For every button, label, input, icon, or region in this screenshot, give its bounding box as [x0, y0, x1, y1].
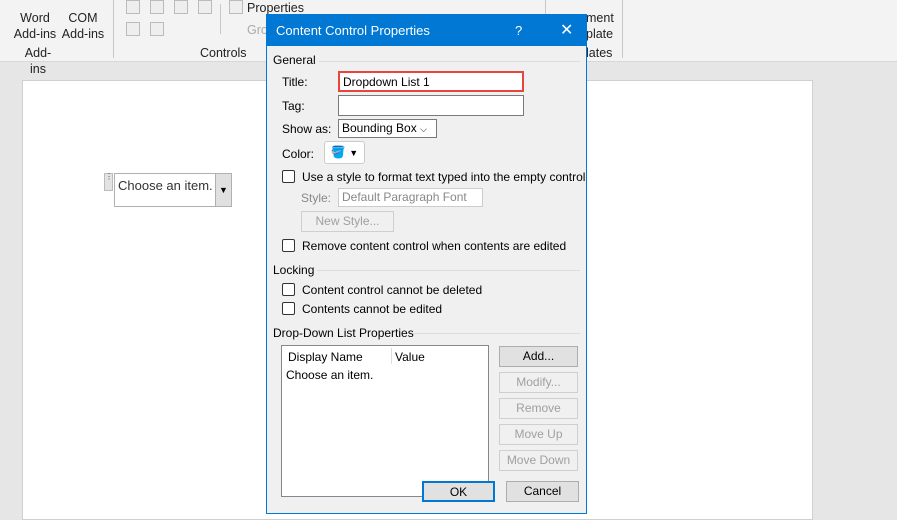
group-templates-label: lates — [586, 46, 613, 60]
dialog-title: Content Control Properties — [276, 23, 430, 38]
content-control-handle[interactable]: ⋮ — [104, 173, 113, 191]
modify-button[interactable]: Modify... — [499, 372, 578, 393]
show-as-label: Show as: — [282, 122, 332, 136]
com-addins-button[interactable]: COM Add-ins — [60, 10, 106, 42]
cancel-button[interactable]: Cancel — [506, 481, 579, 502]
cannot-delete-checkbox[interactable] — [282, 283, 295, 296]
general-section-label: General — [273, 53, 316, 67]
dropdown-items-list[interactable]: Display Name Value Choose an item. — [281, 345, 489, 497]
word-addins-button[interactable]: Word Add-ins — [12, 10, 58, 42]
locking-section-label: Locking — [273, 263, 315, 277]
title-input[interactable]: Dropdown List 1 — [338, 71, 524, 92]
help-icon[interactable]: ? — [515, 15, 522, 46]
legacy-tools-icon[interactable] — [150, 22, 164, 36]
add-button[interactable]: Add... — [499, 346, 578, 367]
close-icon[interactable]: ✕ — [560, 15, 573, 46]
content-control-placeholder: Choose an item. — [118, 178, 213, 193]
remove-when-edited-label: Remove content control when contents are… — [302, 239, 567, 253]
chevron-down-icon: ⌵ — [420, 124, 427, 134]
color-label: Color: — [282, 147, 315, 161]
style-label: Style: — [301, 191, 332, 205]
new-style-button[interactable]: New Style... — [301, 211, 394, 232]
cannot-edit-checkbox[interactable] — [282, 302, 295, 315]
tag-input[interactable] — [338, 95, 524, 116]
title-label: Title: — [282, 75, 308, 89]
group-button[interactable]: Gro — [247, 22, 268, 38]
style-value: Default Paragraph Font — [342, 190, 467, 204]
cannot-edit-label: Contents cannot be edited — [302, 302, 443, 316]
dropdown-properties-label: Drop-Down List Properties — [273, 326, 414, 340]
ok-button[interactable]: OK — [422, 481, 495, 502]
dialog-title-bar[interactable]: Content Control Properties ? ✕ — [267, 15, 586, 46]
combo-control-icon[interactable] — [150, 0, 164, 14]
show-as-select[interactable]: Bounding Box ⌵ — [338, 119, 437, 138]
show-as-value: Bounding Box — [342, 121, 417, 135]
dropdown-control-icon[interactable] — [174, 0, 188, 14]
group-controls-label: Controls — [200, 46, 247, 60]
tag-label: Tag: — [282, 99, 305, 113]
move-down-button[interactable]: Move Down — [499, 450, 578, 471]
style-select[interactable]: Default Paragraph Font — [338, 188, 483, 207]
move-up-button[interactable]: Move Up — [499, 424, 578, 445]
dropdown-content-control[interactable]: Choose an item. ▼ — [114, 173, 232, 207]
paint-bucket-icon: 🪣 — [330, 145, 346, 159]
cannot-delete-label: Content control cannot be deleted — [302, 283, 483, 297]
use-style-label: Use a style to format text typed into th… — [302, 170, 586, 184]
color-picker-button[interactable]: 🪣 ▼ — [324, 141, 365, 164]
date-control-icon[interactable] — [198, 0, 212, 14]
building-block-icon[interactable] — [126, 22, 140, 36]
column-header-display-name[interactable]: Display Name — [288, 350, 363, 364]
column-header-value[interactable]: Value — [395, 350, 425, 364]
document-template-button[interactable]: ment plate — [586, 10, 614, 42]
properties-icon — [229, 0, 243, 14]
chevron-down-icon[interactable]: ▼ — [215, 174, 231, 206]
remove-when-edited-checkbox[interactable] — [282, 239, 295, 252]
chevron-down-icon: ▼ — [349, 148, 359, 158]
use-style-checkbox[interactable] — [282, 170, 295, 183]
remove-button[interactable]: Remove — [499, 398, 578, 419]
content-control-properties-dialog: Content Control Properties ? ✕ General T… — [266, 14, 587, 514]
checkbox-control-icon[interactable] — [126, 0, 140, 14]
group-addins-label: Add-ins — [24, 46, 52, 76]
list-item[interactable]: Choose an item. — [286, 368, 373, 382]
